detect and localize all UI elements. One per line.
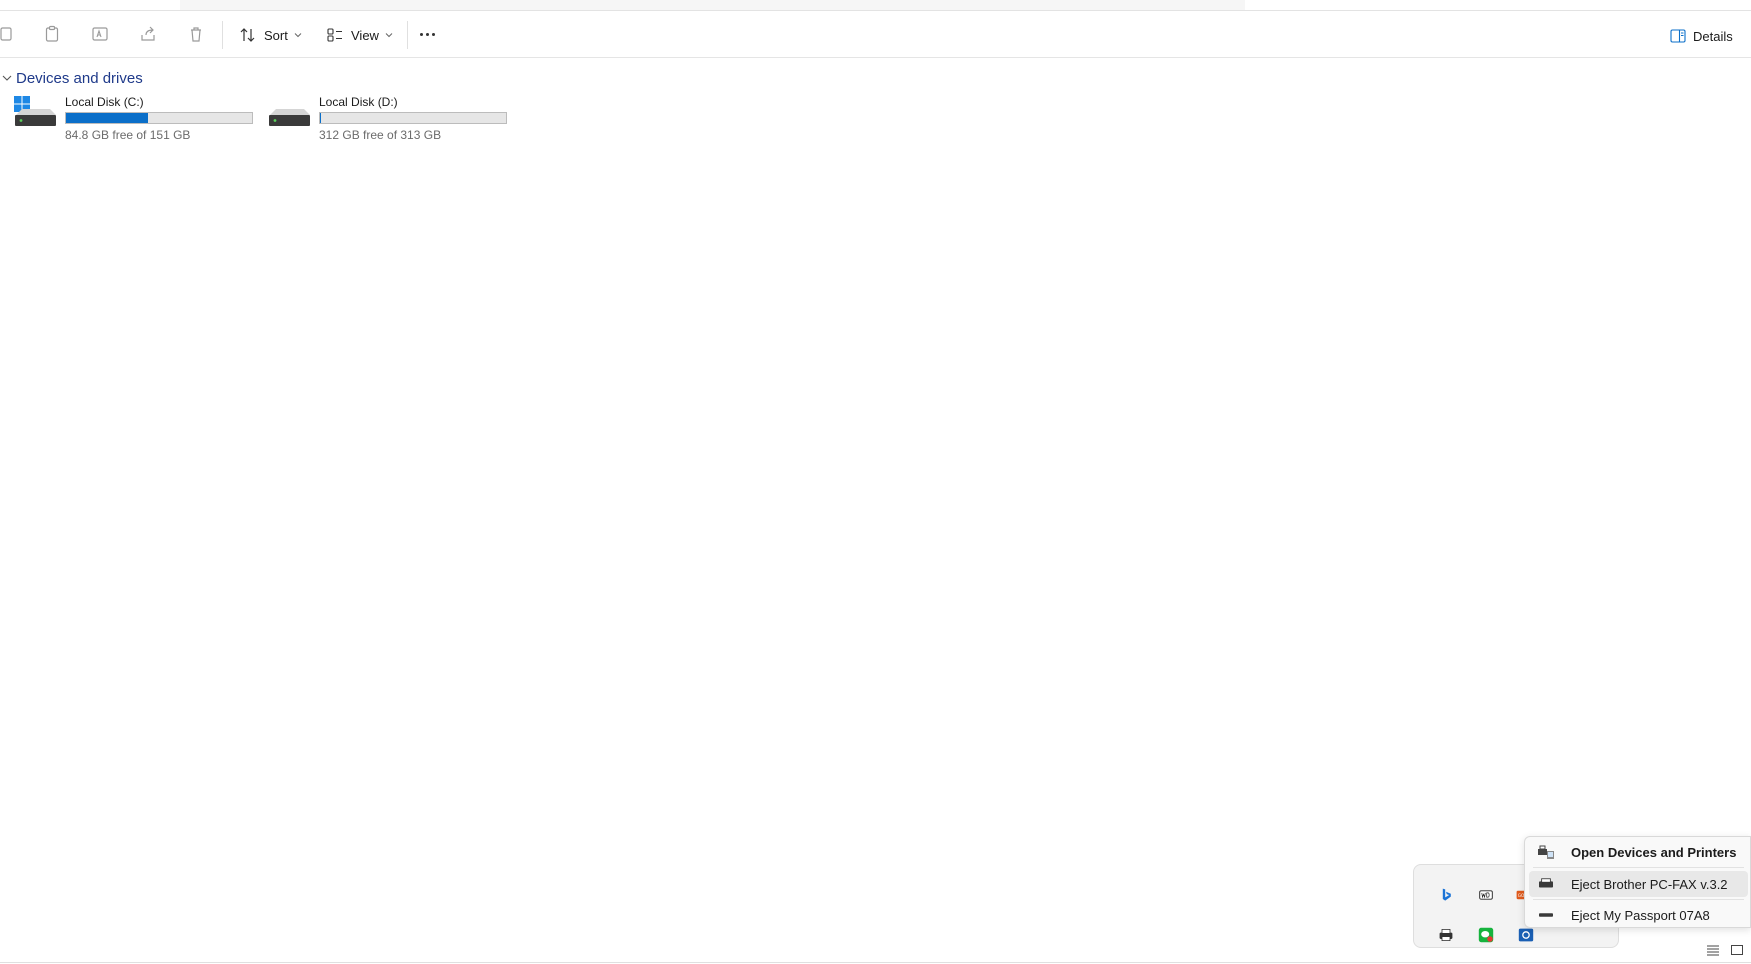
context-menu: Open Devices and Printers Eject Brother … (1524, 836, 1751, 928)
rename-icon[interactable] (90, 24, 110, 44)
menu-item-eject-my-passport[interactable]: Eject My Passport 07A8 (1529, 902, 1748, 928)
sort-icon (240, 28, 255, 42)
drive-free-space: 84.8 GB free of 151 GB (65, 128, 191, 142)
menu-item-label: Eject Brother PC-FAX v.3.2 (1571, 876, 1728, 892)
share-icon[interactable] (138, 24, 158, 44)
menu-separator (1533, 899, 1744, 900)
hard-drive-icon (269, 109, 310, 126)
more-options-icon[interactable] (420, 33, 435, 36)
delete-icon[interactable] (186, 24, 206, 44)
devices-printers-icon (1535, 844, 1557, 860)
details-button[interactable]: Details (1670, 27, 1733, 45)
menu-item-label: Open Devices and Printers (1571, 844, 1737, 860)
chevron-down-icon (385, 33, 393, 38)
title-strip (0, 0, 1751, 11)
capacity-bar (319, 112, 507, 124)
drive-name: Local Disk (C:) (65, 95, 144, 109)
bottom-border (0, 962, 1751, 963)
menu-item-eject-brother-pc-fax[interactable]: Eject Brother PC-FAX v.3.2 (1529, 871, 1748, 897)
bing-icon[interactable] (1436, 885, 1456, 905)
view-toggle-group (1706, 944, 1744, 958)
toolbar-separator (222, 21, 223, 49)
toolbar-separator (407, 21, 408, 49)
view-label: View (351, 27, 379, 43)
sort-button[interactable]: Sort (239, 22, 302, 48)
wd-icon[interactable] (1476, 885, 1496, 905)
printer-icon (1535, 876, 1557, 892)
devices-and-drives-header[interactable]: Devices and drives (0, 68, 143, 88)
drive-item-c[interactable]: Local Disk (C:) 84.8 GB free of 151 GB (14, 95, 254, 143)
details-label: Details (1693, 28, 1733, 44)
usb-drive-icon (1535, 907, 1557, 923)
details-pane-icon (1670, 29, 1686, 43)
chevron-down-icon (2, 75, 12, 81)
menu-item-label: Eject My Passport 07A8 (1571, 907, 1710, 923)
command-bar: Sort View (0, 11, 1751, 58)
details-view-icon[interactable] (1706, 944, 1720, 956)
capacity-bar (65, 112, 253, 124)
wechat-icon[interactable] (1476, 925, 1496, 945)
windows-drive-icon (14, 96, 56, 126)
title-strip-segment (0, 0, 180, 10)
section-title: Devices and drives (16, 69, 143, 87)
sort-label: Sort (264, 27, 288, 43)
drive-item-d[interactable]: Local Disk (D:) 312 GB free of 313 GB (268, 95, 508, 143)
capacity-bar-fill (320, 113, 321, 123)
menu-separator (1533, 867, 1744, 868)
printer-icon[interactable] (1436, 925, 1456, 945)
camera-icon[interactable] (1516, 925, 1536, 945)
drive-name: Local Disk (D:) (319, 95, 398, 109)
view-icon (327, 28, 342, 42)
tiles-view-icon[interactable] (1730, 944, 1744, 956)
chevron-down-icon (294, 33, 302, 38)
menu-item-open-devices-printers[interactable]: Open Devices and Printers (1529, 839, 1748, 865)
capacity-bar-fill (66, 113, 148, 123)
view-button[interactable]: View (326, 22, 393, 48)
drive-free-space: 312 GB free of 313 GB (319, 128, 442, 142)
paste-icon[interactable] (42, 24, 62, 44)
title-strip-segment (1245, 0, 1751, 10)
copy-icon[interactable] (0, 24, 16, 44)
